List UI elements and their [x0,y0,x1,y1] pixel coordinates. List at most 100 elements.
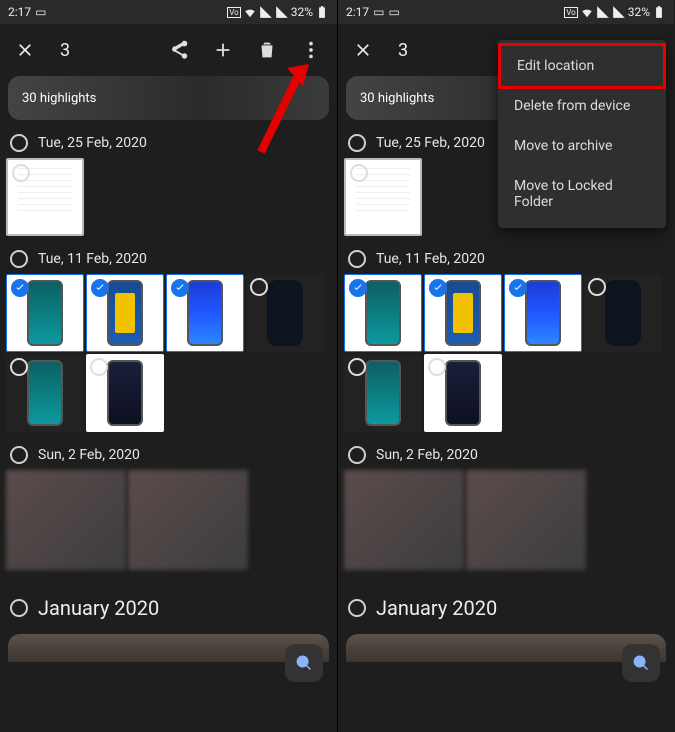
date-text: Sun, 2 Feb, 2020 [38,447,140,463]
month-text: January 2020 [38,596,159,620]
select-circle[interactable] [250,278,268,296]
photo-thumbnail[interactable] [6,274,84,352]
notification-icon: ▭ [388,5,399,19]
date-header[interactable]: Sun, 2 Feb, 2020 [338,438,674,468]
photo-thumbnail[interactable] [584,274,662,352]
battery-icon [652,5,666,19]
photo-thumbnail[interactable] [344,470,464,570]
zoom-button[interactable] [622,644,660,682]
battery-percent: 32% [291,5,313,19]
signal-icon [596,5,610,19]
photo-thumbnail[interactable] [344,354,422,432]
menu-move-archive[interactable]: Move to archive [498,126,666,166]
highlights-label: 30 highlights [360,91,434,106]
select-all-circle[interactable] [348,599,366,617]
highlights-card[interactable]: 30 highlights [8,76,329,120]
screenshot-right: 2:17 ▭ ▭ Vo 32% 3 30 highlights Tue, 25 … [337,0,674,732]
date-header[interactable]: Tue, 11 Feb, 2020 [338,242,674,272]
photo-thumbnail[interactable] [6,354,84,432]
checkmark-icon [171,279,189,297]
date-text: Tue, 25 Feb, 2020 [376,135,485,151]
select-all-circle[interactable] [348,446,366,464]
select-all-circle[interactable] [10,599,28,617]
wifi-icon [580,5,594,19]
checkmark-icon [509,279,527,297]
battery-percent: 32% [628,5,650,19]
month-text: January 2020 [376,596,497,620]
close-button[interactable] [6,31,44,69]
status-time: 2:17 [346,5,369,19]
notification-icon: ▭ [373,5,384,19]
date-text: Tue, 25 Feb, 2020 [38,135,147,151]
select-all-circle[interactable] [10,134,28,152]
checkmark-icon [349,279,367,297]
photo-thumbnail[interactable] [344,274,422,352]
photo-thumbnail[interactable] [424,274,502,352]
status-bar: 2:17 ▭ ▭ Vo 32% [338,0,674,24]
signal-icon-2 [275,5,289,19]
photo-thumbnail[interactable] [6,470,126,570]
photo-thumbnail[interactable] [346,634,666,662]
thumbnail-row [0,468,337,576]
photo-thumbnail[interactable] [344,158,422,236]
photo-thumbnail[interactable] [128,470,248,570]
date-text: Tue, 11 Feb, 2020 [376,251,485,267]
select-circle[interactable] [588,278,606,296]
share-button[interactable] [159,30,199,70]
signal-icon [259,5,273,19]
menu-edit-location[interactable]: Edit location [498,43,666,89]
overflow-button[interactable] [291,30,331,70]
select-circle[interactable] [428,358,446,376]
photo-thumbnail[interactable] [504,274,582,352]
select-all-circle[interactable] [348,134,366,152]
status-bar: 2:17 ▭ Vo 32% [0,0,337,24]
photo-thumbnail[interactable] [424,354,502,432]
select-circle[interactable] [90,358,108,376]
thumbnail-row [338,468,674,576]
menu-move-locked[interactable]: Move to Locked Folder [498,166,666,222]
date-text: Tue, 11 Feb, 2020 [38,251,147,267]
thumbnail-row [0,156,337,242]
selection-toolbar: 3 [0,24,337,76]
thumbnail-row [0,272,337,438]
close-button[interactable] [344,31,382,69]
photo-thumbnail[interactable] [166,274,244,352]
select-circle[interactable] [348,358,366,376]
date-header[interactable]: Sun, 2 Feb, 2020 [0,438,337,468]
delete-button[interactable] [247,30,287,70]
notification-icon: ▭ [35,5,46,19]
selection-count: 3 [398,40,408,61]
checkmark-icon [91,279,109,297]
select-circle[interactable] [350,164,368,182]
thumbnail-row [338,272,674,438]
volte-icon: Vo [564,7,577,18]
highlights-label: 30 highlights [22,91,96,106]
select-all-circle[interactable] [348,250,366,268]
signal-icon-2 [612,5,626,19]
date-header[interactable]: Tue, 11 Feb, 2020 [0,242,337,272]
photo-thumbnail[interactable] [6,158,84,236]
checkmark-icon [11,279,29,297]
select-all-circle[interactable] [10,250,28,268]
photo-thumbnail[interactable] [246,274,324,352]
select-all-circle[interactable] [10,446,28,464]
photo-thumbnail[interactable] [86,354,164,432]
add-button[interactable] [203,30,243,70]
photo-thumbnail[interactable] [466,470,586,570]
month-header[interactable]: January 2020 [0,576,337,628]
overflow-menu: Edit location Delete from device Move to… [498,40,666,228]
screenshot-left: 2:17 ▭ Vo 32% 3 30 highligh [0,0,337,732]
zoom-button[interactable] [285,644,323,682]
wifi-icon [243,5,257,19]
menu-delete-device[interactable]: Delete from device [498,86,666,126]
checkmark-icon [429,279,447,297]
select-circle[interactable] [10,358,28,376]
month-header[interactable]: January 2020 [338,576,674,628]
date-text: Sun, 2 Feb, 2020 [376,447,478,463]
select-circle[interactable] [12,164,30,182]
date-header[interactable]: Tue, 25 Feb, 2020 [0,126,337,156]
battery-icon [315,5,329,19]
photo-thumbnail[interactable] [8,634,329,662]
selection-count: 3 [60,40,70,61]
photo-thumbnail[interactable] [86,274,164,352]
